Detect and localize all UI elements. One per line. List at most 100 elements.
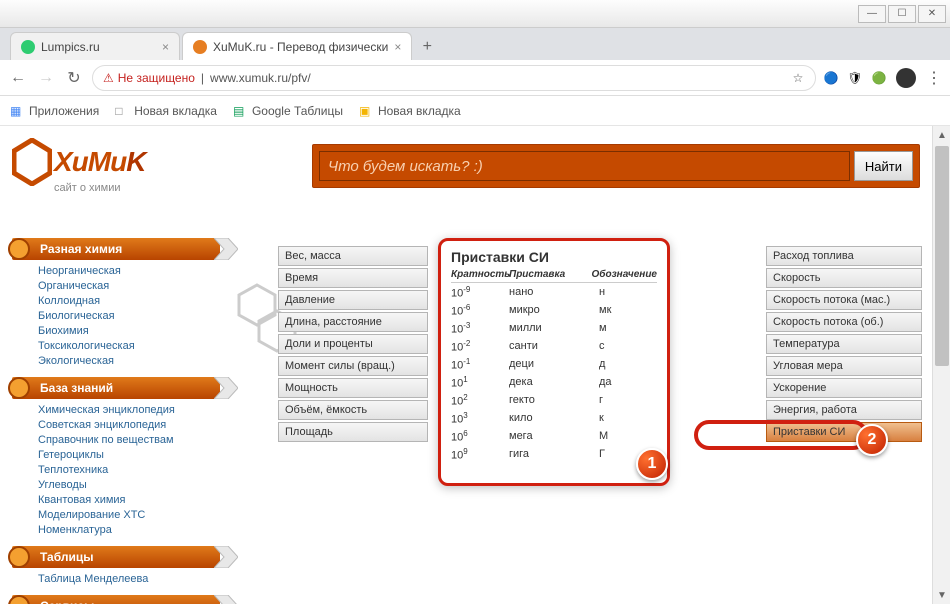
sidebar-link[interactable]: Биохимия	[38, 324, 220, 339]
sidebar-link[interactable]: Справочник по веществам	[38, 433, 220, 448]
sidebar-link[interactable]: Химическая энциклопедия	[38, 403, 220, 418]
si-header-cell: Кратность	[451, 269, 509, 280]
bookmark-sheets[interactable]: ▤ Google Таблицы	[233, 104, 343, 118]
extension-icon[interactable]: 🟢	[872, 71, 886, 85]
page-icon: □	[115, 104, 129, 118]
converter-option-button[interactable]: Угловая мера	[766, 356, 922, 376]
sidebar-link[interactable]: Таблица Менделеева	[38, 572, 220, 587]
converter-option-button[interactable]: Объём, ёмкость	[278, 400, 428, 420]
search-input[interactable]	[319, 151, 850, 181]
si-table-row: 106мегаМ	[451, 427, 657, 445]
sidebar-link[interactable]: Коллоидная	[38, 294, 220, 309]
sidebar-link[interactable]: Квантовая химия	[38, 493, 220, 508]
callout-badge-1: 1	[636, 448, 668, 480]
converter-option-button[interactable]: Время	[278, 268, 428, 288]
window-minimize-button[interactable]: —	[858, 5, 886, 23]
category-label: Сервисы	[40, 599, 94, 604]
converter-option-button[interactable]: Давление	[278, 290, 428, 310]
sidebar-link[interactable]: Органическая	[38, 279, 220, 294]
si-cell-name: мега	[509, 430, 599, 442]
extension-icon[interactable]: 🛡	[848, 71, 862, 85]
profile-avatar[interactable]	[896, 68, 916, 88]
si-cell-sym: с	[599, 340, 657, 352]
browser-tab-lumpics[interactable]: Lumpics.ru ×	[10, 32, 180, 60]
scroll-down-icon[interactable]: ▼	[933, 586, 950, 604]
converter-option-button[interactable]: Скорость	[766, 268, 922, 288]
sidebar-items: НеорганическаяОрганическаяКоллоиднаяБиол…	[12, 260, 220, 373]
converter-option-button[interactable]: Ускорение	[766, 378, 922, 398]
sidebar-link[interactable]: Моделирование ХТС	[38, 508, 220, 523]
address-bar[interactable]: ⚠ Не защищено | www.xumuk.ru/pfv/ ☆	[92, 65, 816, 91]
bookmark-star-icon[interactable]: ☆	[791, 71, 805, 85]
sidebar-items: Химическая энциклопедияСоветская энцикло…	[12, 399, 220, 542]
sidebar-link[interactable]: Биологическая	[38, 309, 220, 324]
converter-option-button[interactable]: Вес, масса	[278, 246, 428, 266]
category-label: Таблицы	[40, 550, 93, 564]
converter-option-button[interactable]: Температура	[766, 334, 922, 354]
bookmark-apps[interactable]: ▦ Приложения	[10, 104, 99, 118]
converter-option-button[interactable]: Энергия, работа	[766, 400, 922, 420]
apps-icon: ▦	[10, 104, 24, 118]
sheets-icon: ▤	[233, 104, 247, 118]
si-cell-sym: М	[599, 430, 657, 442]
site-search-bar: Найти	[312, 144, 920, 188]
bookmark-label: Google Таблицы	[252, 104, 343, 118]
si-header-cell: Обозначение	[591, 269, 657, 280]
converter-option-button[interactable]: Скорость потока (об.)	[766, 312, 922, 332]
converter-option-button[interactable]: Длина, расстояние	[278, 312, 428, 332]
si-cell-mult: 10-2	[451, 339, 509, 354]
insecure-label: Не защищено	[118, 71, 195, 85]
back-button[interactable]: ←	[8, 69, 28, 87]
vertical-scrollbar[interactable]: ▲ ▼	[932, 126, 950, 604]
converter-option-button[interactable]: Момент силы (вращ.)	[278, 356, 428, 376]
sidebar-link[interactable]: Советская энциклопедия	[38, 418, 220, 433]
gear-icon	[4, 373, 34, 403]
converter-option-button[interactable]: Скорость потока (мас.)	[766, 290, 922, 310]
si-table-row: 109гигаГ	[451, 445, 657, 463]
window-maximize-button[interactable]: ☐	[888, 5, 916, 23]
sidebar-category-header[interactable]: Сервисы	[12, 595, 220, 604]
converter-option-button[interactable]: Доли и проценты	[278, 334, 428, 354]
si-cell-mult: 10-3	[451, 321, 509, 336]
si-cell-mult: 10-6	[451, 303, 509, 318]
forward-button[interactable]: →	[36, 69, 56, 87]
sidebar-category-header[interactable]: Разная химия	[12, 238, 220, 260]
sidebar-category-header[interactable]: База знаний	[12, 377, 220, 399]
si-table-row: 10-1децид	[451, 355, 657, 373]
new-tab-button[interactable]: +	[414, 34, 440, 60]
browser-menu-icon[interactable]: ⋮	[926, 68, 942, 88]
si-cell-mult: 10-9	[451, 285, 509, 300]
scroll-up-icon[interactable]: ▲	[933, 126, 950, 144]
window-close-button[interactable]: ✕	[918, 5, 946, 23]
bookmark-newtab[interactable]: □ Новая вкладка	[115, 104, 217, 118]
si-cell-name: кило	[509, 412, 599, 424]
highlight-border	[694, 420, 868, 450]
tab-close-icon[interactable]: ×	[394, 40, 401, 54]
sidebar-link[interactable]: Токсикологическая	[38, 339, 220, 354]
gear-icon	[4, 542, 34, 572]
reload-button[interactable]: ↻	[64, 68, 84, 88]
converter-option-button[interactable]: Площадь	[278, 422, 428, 442]
logo-text: XuMuK	[54, 146, 145, 178]
converter-option-button[interactable]: Мощность	[278, 378, 428, 398]
site-logo[interactable]: XuMuK сайт о химии	[12, 138, 145, 194]
sidebar-link[interactable]: Гетероциклы	[38, 448, 220, 463]
extensions-area: 🔵 🛡 🟢 ⋮	[824, 68, 942, 88]
bookmark-label: Новая вкладка	[134, 104, 217, 118]
sidebar-link[interactable]: Теплотехника	[38, 463, 220, 478]
sidebar-link[interactable]: Неорганическая	[38, 264, 220, 279]
site-header: XuMuK сайт о химии Найти	[0, 126, 932, 194]
search-button[interactable]: Найти	[854, 151, 913, 181]
sidebar-link[interactable]: Углеводы	[38, 478, 220, 493]
converter-option-button[interactable]: Расход топлива	[766, 246, 922, 266]
bookmarks-bar: ▦ Приложения □ Новая вкладка ▤ Google Та…	[0, 96, 950, 126]
sidebar-link[interactable]: Экологическая	[38, 354, 220, 369]
browser-tab-xumuk[interactable]: XuMuK.ru - Перевод физически ×	[182, 32, 412, 60]
sidebar-link[interactable]: Номенклатура	[38, 523, 220, 538]
scroll-thumb[interactable]	[935, 146, 949, 366]
si-cell-name: дека	[509, 376, 599, 388]
bookmark-newtab2[interactable]: ▣ Новая вкладка	[359, 104, 461, 118]
sidebar-category-header[interactable]: Таблицы	[12, 546, 220, 568]
tab-close-icon[interactable]: ×	[162, 40, 169, 54]
extension-icon[interactable]: 🔵	[824, 71, 838, 85]
